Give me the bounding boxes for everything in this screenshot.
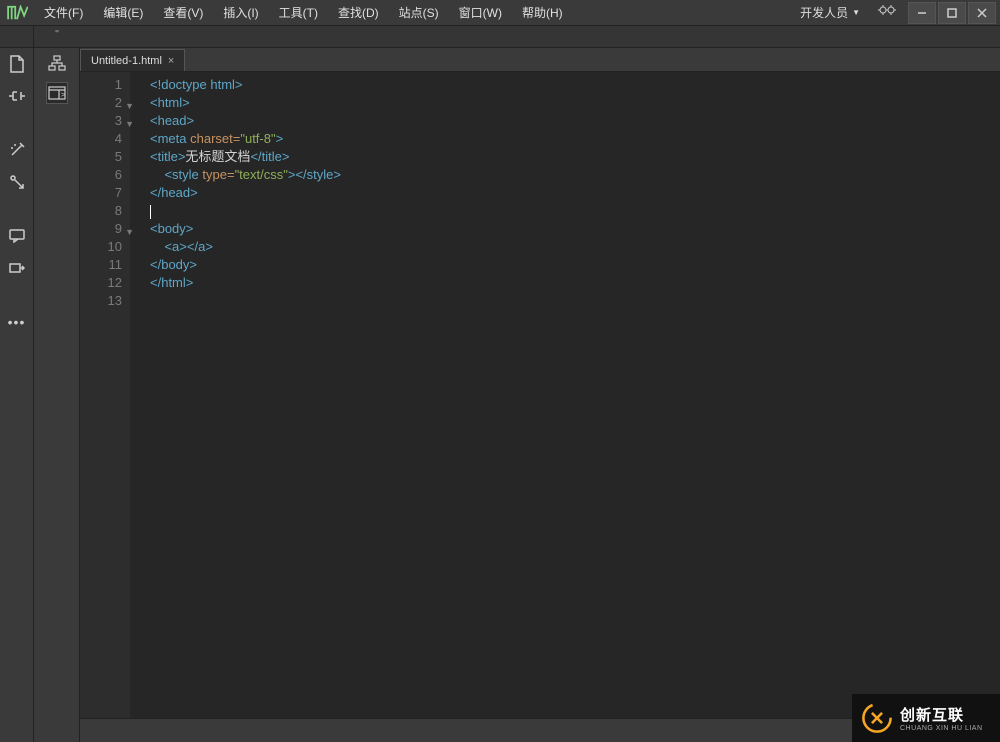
line-number: 10 [80, 238, 122, 256]
line-number: 12 [80, 274, 122, 292]
menu-item[interactable]: 窗口(W) [449, 0, 512, 25]
new-file-icon[interactable] [7, 54, 27, 74]
collapse-icon[interactable] [7, 258, 27, 278]
maximize-button[interactable] [938, 2, 966, 24]
code-line[interactable]: <head> [150, 112, 1000, 130]
minimize-button[interactable] [908, 2, 936, 24]
line-number: 8 [80, 202, 122, 220]
format-icon[interactable] [7, 172, 27, 192]
left-toolbar: ••• [0, 48, 34, 742]
menu-item[interactable]: 查看(V) [153, 0, 213, 25]
line-number: 5 [80, 148, 122, 166]
line-number: 1 [80, 76, 122, 94]
code-line[interactable]: <body> [150, 220, 1000, 238]
comment-icon[interactable] [7, 226, 27, 246]
close-button[interactable] [968, 2, 996, 24]
code-line[interactable]: <title>无标题文档</title> [150, 148, 1000, 166]
code-line[interactable]: <meta charset="utf-8"> [150, 130, 1000, 148]
side-panel: > [34, 48, 80, 742]
menu-item[interactable]: 站点(S) [389, 0, 449, 25]
line-number: 9▼ [80, 220, 122, 238]
fold-triangle-icon[interactable]: ▼ [125, 115, 134, 133]
fold-triangle-icon[interactable]: ▼ [125, 97, 134, 115]
wand-icon[interactable] [7, 140, 27, 160]
menu-item[interactable]: 编辑(E) [93, 0, 153, 25]
titlebar: 文件(F)编辑(E)查看(V)插入(I)工具(T)查找(D)站点(S)窗口(W)… [0, 0, 1000, 26]
line-number: 11 [80, 256, 122, 274]
workspace-dropdown[interactable]: 开发人员 ▼ [792, 0, 868, 25]
main-menu: 文件(F)编辑(E)查看(V)插入(I)工具(T)查找(D)站点(S)窗口(W)… [34, 0, 573, 25]
code-content[interactable]: <!doctype html><html><head><meta charset… [130, 72, 1000, 718]
code-editor[interactable]: 12▼3▼456789▼10111213 <!doctype html><htm… [80, 72, 1000, 718]
workspace-label: 开发人员 [800, 4, 848, 21]
line-number: 13 [80, 292, 122, 310]
code-line[interactable]: <!doctype html> [150, 76, 1000, 94]
line-number: 6 [80, 166, 122, 184]
menu-item[interactable]: 帮助(H) [512, 0, 573, 25]
text-cursor [150, 205, 151, 219]
code-line[interactable]: <style type="text/css"></style> [150, 166, 1000, 184]
file-tab-label: Untitled-1.html [91, 55, 162, 67]
file-tab[interactable]: Untitled-1.html × [80, 49, 185, 71]
menu-item[interactable]: 文件(F) [34, 0, 93, 25]
brand-cn: 创新互联 [900, 704, 983, 725]
chevron-down-icon: ▼ [852, 8, 860, 17]
line-number: 4 [80, 130, 122, 148]
line-number: 3▼ [80, 112, 122, 130]
second-row: '' [0, 26, 1000, 48]
brand-en: CHUANG XIN HU LIAN [900, 725, 983, 732]
editor-tabbar: Untitled-1.html × [80, 48, 1000, 72]
code-line[interactable]: </head> [150, 184, 1000, 202]
line-number: 2▼ [80, 94, 122, 112]
editor-column: Untitled-1.html × 12▼3▼456789▼10111213 <… [80, 48, 1000, 742]
close-icon[interactable]: × [168, 55, 174, 67]
code-line[interactable]: <a></a> [150, 238, 1000, 256]
dom-panel-icon[interactable] [46, 52, 68, 74]
assets-panel-icon[interactable]: > [46, 82, 68, 104]
menu-item[interactable]: 工具(T) [269, 0, 328, 25]
code-line[interactable]: <html> [150, 94, 1000, 112]
code-line[interactable] [150, 202, 1000, 220]
more-icon[interactable]: ••• [7, 312, 27, 332]
line-gutter: 12▼3▼456789▼10111213 [80, 72, 130, 718]
svg-text:>: > [61, 92, 65, 99]
manage-sites-icon[interactable] [7, 86, 27, 106]
menu-item[interactable]: 查找(D) [328, 0, 389, 25]
brand-watermark: 创新互联 CHUANG XIN HU LIAN [852, 694, 1000, 742]
code-line[interactable] [150, 292, 1000, 310]
code-line[interactable]: </html> [150, 274, 1000, 292]
panel-header-mark: '' [34, 26, 80, 47]
app-logo [0, 0, 34, 26]
fold-triangle-icon[interactable]: ▼ [125, 223, 134, 241]
menu-item[interactable]: 插入(I) [213, 0, 268, 25]
line-number: 7 [80, 184, 122, 202]
code-line[interactable]: </body> [150, 256, 1000, 274]
sync-settings-icon[interactable] [872, 0, 902, 26]
